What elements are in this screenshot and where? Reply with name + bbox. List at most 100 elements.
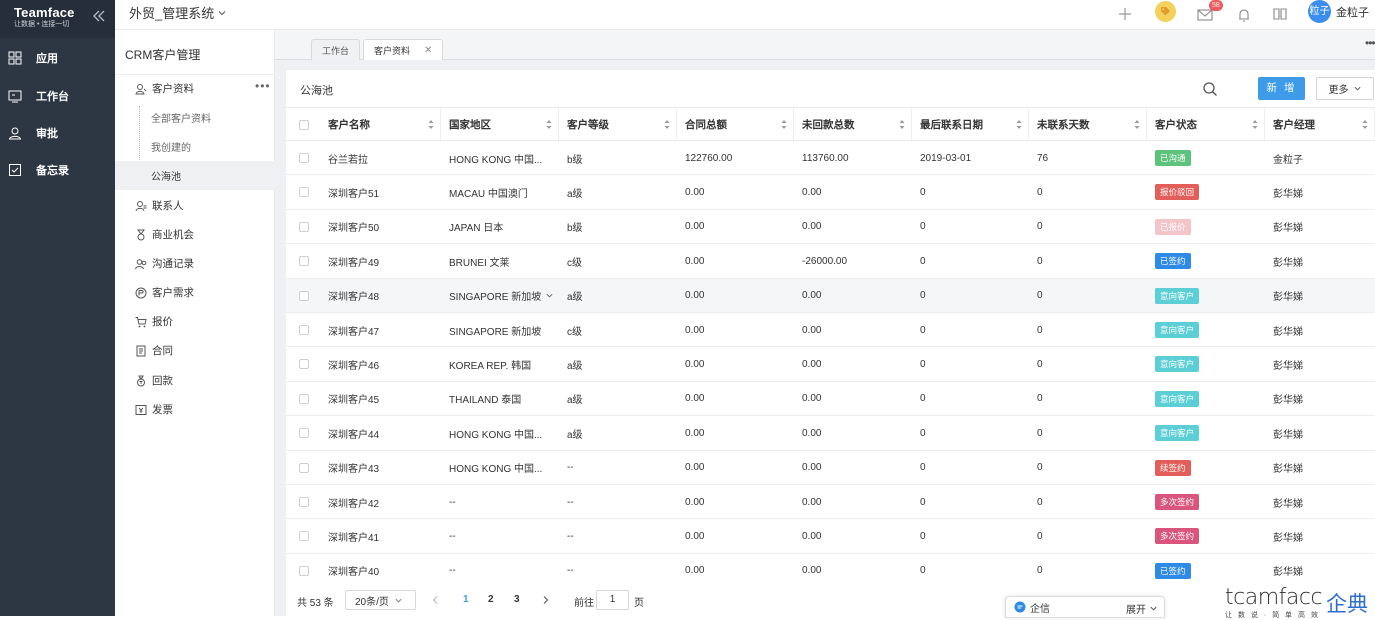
menu-item-customer[interactable]: 客户资料 ••• [115,74,275,103]
menu-item-contract[interactable]: 合同 [115,336,275,365]
more-options-icon[interactable]: ••• [1365,36,1375,50]
add-icon[interactable] [1116,5,1134,23]
tab-label: 工作台 [322,45,350,56]
goto-page-input[interactable]: 1 [596,590,629,610]
avatar[interactable]: 粒子 [1308,0,1331,23]
nav-item-memo[interactable]: 备忘录 [0,156,115,184]
row-checkbox[interactable] [299,325,309,335]
page-size-select[interactable]: 20条/页 [345,590,416,610]
column-header-country[interactable]: 国家地区 [441,108,559,141]
cell-uncontacted-days: 0 [1037,451,1143,485]
close-icon[interactable]: ✕ [424,45,432,56]
nav-item-approval[interactable]: 审批 [0,119,115,147]
cell-name: 深圳客户45 [328,382,437,416]
more-dropdown-button[interactable]: 更多 [1316,77,1374,100]
table-row[interactable]: 深圳客户51 MACAU 中国澳门 a级 0.00 0.00 0 0 报价驳回 彭华娣 [286,175,1375,210]
system-switcher[interactable]: 外贸_管理系统 [129,3,227,22]
sort-icon[interactable] [546,119,552,130]
row-checkbox[interactable] [299,565,309,576]
new-button[interactable]: 新 增 [1258,77,1305,100]
page-3[interactable]: 3 [514,594,520,605]
table-row[interactable]: 深圳客户49 BRUNEI 文莱 c级 0.00 -26000.00 0 0 已签约 彭华娣 [286,244,1375,279]
row-checkbox[interactable] [299,290,309,301]
cell-text: 0.00 [802,324,822,336]
column-header-manager[interactable]: 客户经理 [1265,108,1375,141]
column-header-status[interactable]: 客户状态 [1147,108,1265,141]
more-options-icon[interactable]: ••• [255,79,271,93]
table-row[interactable]: 深圳客户50 JAPAN 日本 b级 0.00 0.00 0 0 已报价 彭华娣 [286,209,1375,245]
cell-manager: 彭华娣 [1273,451,1371,485]
chevron-down-icon[interactable] [545,291,554,300]
row-checkbox[interactable] [299,531,309,542]
column-header-unpaid-total[interactable]: 未回款总数 [794,108,912,141]
tag-button[interactable] [1155,1,1176,22]
table-row[interactable]: 谷兰若拉 HONG KONG 中国... b级 122760.00 113760.00 2… [286,141,1375,176]
row-checkbox[interactable] [299,187,309,198]
column-header-contract-total[interactable]: 合同总额 [677,108,794,141]
sort-icon[interactable] [1016,119,1022,130]
submenu-public-pool[interactable]: 公海池 [115,161,275,190]
column-header-level[interactable]: 客户等级 [559,108,677,141]
row-checkbox[interactable] [299,359,309,370]
collapse-sidebar-icon[interactable] [92,8,106,24]
column-header-last-contact-date[interactable]: 最后联系日期 [912,108,1029,141]
menu-item-demand[interactable]: 客户需求 [115,278,275,307]
sort-icon[interactable] [1252,119,1258,130]
qixin-chat-widget[interactable]: 企信 展开 [1005,596,1165,618]
table-row[interactable]: 深圳客户41 -- -- 0.00 0.00 0 0 多次签约 彭华娣 [286,519,1375,554]
row-checkbox[interactable] [299,256,309,267]
search-icon[interactable] [1202,81,1218,97]
menu-item-invoice[interactable]: 发票 [115,395,275,424]
page-2[interactable]: 2 [488,594,494,605]
next-page-icon[interactable] [541,595,550,605]
sort-icon[interactable] [1134,119,1140,130]
tab-customer-profile[interactable]: 客户资料 ✕ [363,39,444,60]
sort-icon[interactable] [781,119,787,130]
row-checkbox[interactable] [299,221,309,232]
table-row[interactable]: 深圳客户43 HONG KONG 中国... -- 0.00 0.00 0 0 续签约 彭华娣 [286,450,1375,485]
nav-item-workbench[interactable]: 工作台 [0,82,115,110]
cell-text: 谷兰若拉 [328,154,368,166]
sort-icon[interactable] [664,119,670,130]
table-row[interactable]: 深圳客户45 THAILAND 泰国 a级 0.00 0.00 0 0 意向客户 彭华娣 [286,381,1375,417]
tab-workbench[interactable]: 工作台 [311,39,361,60]
row-checkbox[interactable] [299,393,309,404]
menu-item-contacts[interactable]: 联系人 [115,191,275,220]
row-checkbox[interactable] [299,497,309,507]
sort-icon[interactable] [899,119,905,130]
logo[interactable]: Teamface 让数据 • 连接一切 [0,0,115,38]
table-row[interactable]: 深圳客户46 KOREA REP. 韩国 a级 0.00 0.00 0 0 意向客户 彭华娣 [286,347,1375,382]
submenu-created-by-me[interactable]: 我创建的 [115,132,275,161]
page-1[interactable]: 1 [463,594,469,605]
cell-contract-total: 0.00 [685,313,790,347]
row-checkbox[interactable] [299,153,309,163]
username[interactable]: 金粒子 [1336,4,1369,20]
table-row[interactable]: 深圳客户42 -- -- 0.00 0.00 0 0 多次签约 彭华娣 [286,485,1375,520]
menu-item-communication[interactable]: 沟通记录 [115,249,275,278]
table-row[interactable]: 深圳客户40 -- -- 0.00 0.00 0 0 已签约 彭华娣 [286,553,1375,589]
status-badge: 已报价 [1155,218,1191,235]
cell-manager: 彭华娣 [1273,175,1371,209]
menu-item-opportunity[interactable]: 商业机会 [115,220,275,249]
nav-item-apps[interactable]: 应用 [0,44,115,72]
sort-icon[interactable] [1362,119,1368,130]
bell-icon[interactable] [1235,6,1253,24]
table-row[interactable]: 深圳客户44 HONG KONG 中国... a级 0.00 0.00 0 0 意向客户 彭华娣 [286,416,1375,451]
book-icon[interactable] [1271,5,1289,23]
expand-button[interactable]: 展开 [1126,601,1158,616]
table-row[interactable]: 深圳客户47 SINGAPORE 新加坡 c级 0.00 0.00 0 0 意向客户 彭华娣 [286,313,1375,348]
cell-contract-total: 0.00 [685,519,790,553]
submenu-all-customers[interactable]: 全部客户资料 [115,103,275,132]
prev-page-icon[interactable] [431,595,440,605]
menu-item-quote[interactable]: 报价 [115,307,275,336]
sort-icon[interactable] [428,119,434,130]
menu-item-payment[interactable]: 回款 [115,366,275,395]
table-header: 客户名称 国家地区 客户等级 合同总额 未回款总数 最后联系日期 未联系天数 客户状态 客户经理 [286,107,1375,141]
table-row[interactable]: 深圳客户48 SINGAPORE 新加坡 a级 0.00 0.00 0 0 意向客户 彭华娣 [286,278,1375,313]
cell-last-contact-date: 0 [920,519,1025,553]
row-checkbox[interactable] [299,428,309,439]
column-header-name[interactable]: 客户名称 [320,108,441,141]
column-header-uncontacted-days[interactable]: 未联系天数 [1029,108,1147,141]
select-all-checkbox[interactable] [299,120,309,130]
row-checkbox[interactable] [299,462,309,473]
